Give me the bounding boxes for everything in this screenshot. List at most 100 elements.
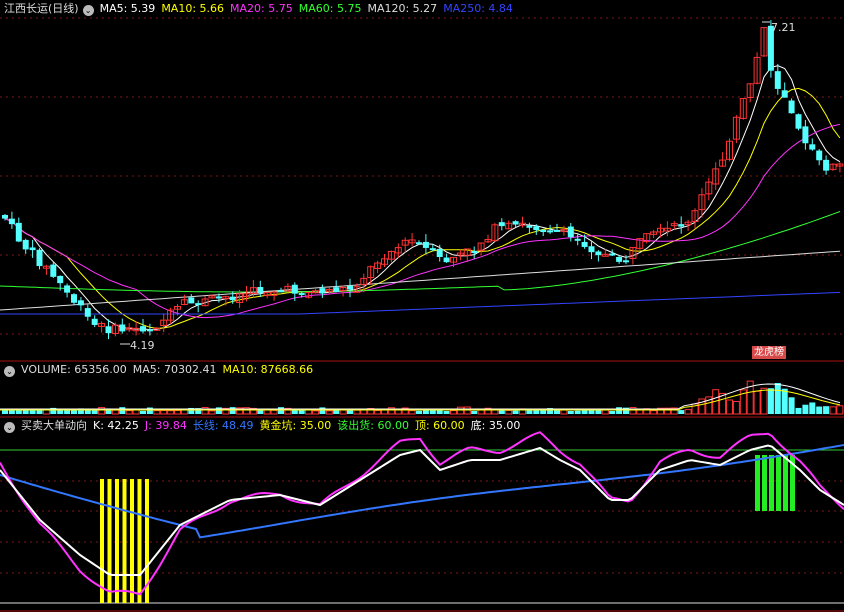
volume-bar xyxy=(29,410,36,414)
candle-body xyxy=(333,287,340,292)
volume-bar xyxy=(140,410,146,414)
volume-bar xyxy=(416,410,422,414)
candle-body xyxy=(443,257,450,263)
volume-bar xyxy=(829,406,837,415)
volume-bar xyxy=(760,387,768,415)
volume-bar xyxy=(229,407,236,414)
sell-signal-bar xyxy=(776,455,781,511)
gold-pit-bar xyxy=(137,479,142,603)
volume-bar xyxy=(726,399,733,415)
volume-bar xyxy=(443,410,450,414)
candle-body xyxy=(229,296,236,301)
candle-body xyxy=(471,251,478,254)
candle-body xyxy=(71,294,77,303)
candle-body xyxy=(57,275,64,284)
volume-bar xyxy=(167,410,175,415)
candle-body xyxy=(278,290,284,293)
candle-body xyxy=(29,247,36,251)
volume-bar xyxy=(125,410,133,415)
volume-ma-lines xyxy=(0,383,841,411)
candle-body xyxy=(526,225,533,228)
candle-body xyxy=(422,241,429,248)
volume-bar xyxy=(802,404,809,414)
candle-body xyxy=(140,326,146,332)
gold-pit-bar xyxy=(115,479,119,603)
candle-body xyxy=(781,90,788,98)
candle-body xyxy=(347,285,353,290)
candle-body xyxy=(429,248,436,251)
volume-bar xyxy=(574,410,581,414)
candle-body xyxy=(146,329,153,332)
candle-body xyxy=(15,222,22,242)
volume-bar xyxy=(57,410,64,414)
gold-pit-bar xyxy=(130,479,134,603)
candle-body xyxy=(581,241,588,247)
sell-signal-bar xyxy=(755,455,760,511)
candle-body xyxy=(36,249,43,267)
volume-bar xyxy=(312,410,319,415)
candle-body xyxy=(774,71,781,89)
chart-canvas[interactable]: 7.21 4.19 xyxy=(0,0,844,612)
volume-bar xyxy=(119,407,126,414)
volume-bar xyxy=(781,388,788,414)
candle-body xyxy=(77,300,84,306)
volume-bar xyxy=(153,410,161,415)
volume-bar xyxy=(788,397,795,414)
candle-body xyxy=(609,253,616,256)
volume-bar xyxy=(816,406,823,414)
candle-body xyxy=(802,126,809,144)
volume-bar xyxy=(809,402,816,414)
candle-body xyxy=(416,242,422,245)
volume-bar xyxy=(201,406,209,415)
volume-bar xyxy=(360,409,368,415)
candle-body xyxy=(588,246,595,253)
candle-body xyxy=(91,318,98,325)
gold-pit-bar xyxy=(122,479,127,603)
candle-body xyxy=(188,297,195,304)
volume-bar xyxy=(774,383,781,414)
volume-bar xyxy=(278,407,284,414)
candle-body xyxy=(2,214,8,219)
sell-signal-bar xyxy=(762,455,767,511)
grid-lines xyxy=(0,17,844,604)
volume-ma10-line xyxy=(0,389,841,411)
volume-bar xyxy=(208,410,216,415)
volume-bar xyxy=(436,410,443,414)
volume-bar xyxy=(463,406,471,415)
sell-signal-bar xyxy=(783,455,788,511)
candle-body xyxy=(436,248,443,258)
volume-bar xyxy=(325,410,333,415)
indicator-lines xyxy=(0,431,844,603)
moving-average-lines xyxy=(0,65,841,331)
volume-bar xyxy=(471,410,478,414)
candle-body xyxy=(8,218,15,225)
candle-body xyxy=(22,239,29,250)
volume-bar xyxy=(567,410,574,414)
candle-body xyxy=(64,285,71,293)
volume-bar xyxy=(678,410,685,414)
volume-bar xyxy=(160,409,168,415)
gold-pit-bar xyxy=(100,479,104,603)
candle-body xyxy=(616,256,623,262)
long-term-line xyxy=(0,444,844,539)
candle-body xyxy=(512,221,519,225)
j-line xyxy=(0,431,844,596)
ma120-line xyxy=(0,250,841,311)
sell-signal-bar xyxy=(769,455,774,511)
longhubang-tag[interactable]: 龙虎榜 xyxy=(752,346,786,359)
candle-body xyxy=(623,260,629,263)
candle-body xyxy=(291,284,298,294)
candle-body xyxy=(595,251,602,256)
volume-bar xyxy=(353,409,361,415)
candle-body xyxy=(533,226,540,231)
volume-bar xyxy=(91,410,98,414)
candle-body xyxy=(678,224,685,227)
volume-bar xyxy=(823,406,830,414)
volume-bar xyxy=(146,407,153,414)
candle-body xyxy=(257,287,264,294)
volume-bar xyxy=(629,407,637,415)
candle-body xyxy=(84,308,91,317)
candle-body xyxy=(795,114,802,129)
volume-bar xyxy=(408,410,416,415)
volume-bar xyxy=(684,409,692,415)
